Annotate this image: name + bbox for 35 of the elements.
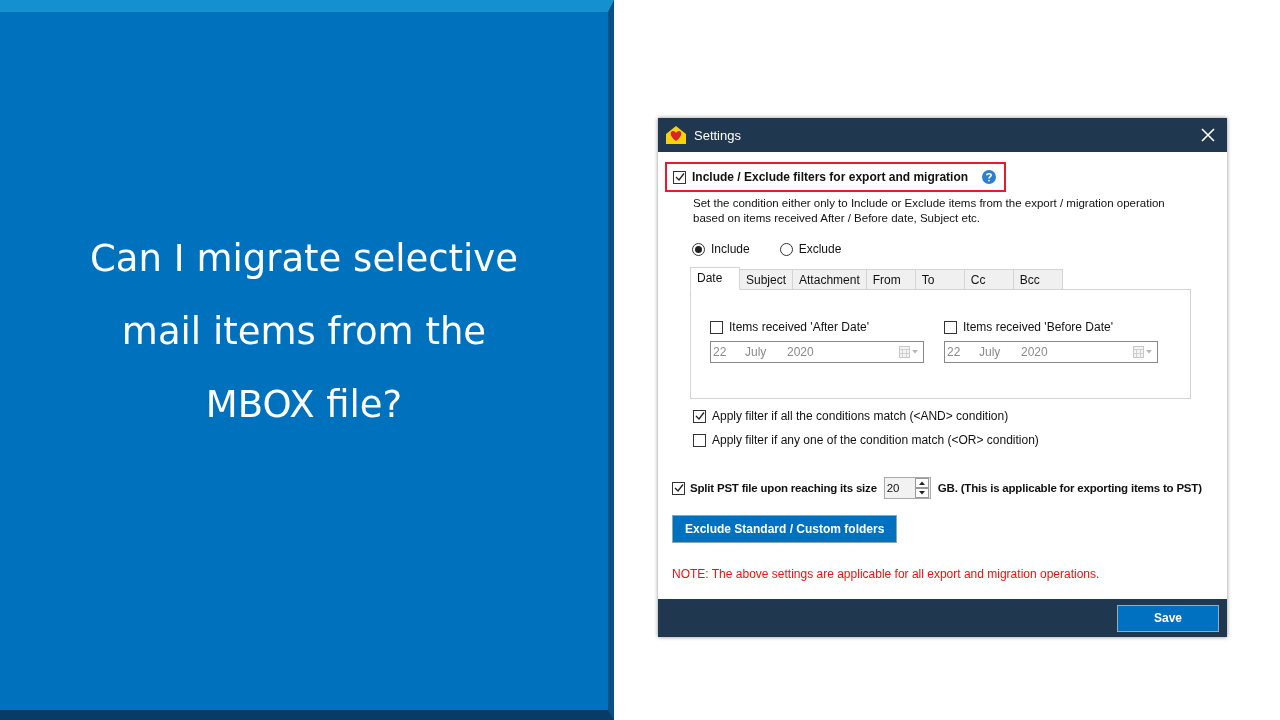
date-picker[interactable]: 22 July 2020 [944,341,1158,363]
window-title: Settings [694,127,742,143]
tab[interactable]: Cc [964,269,1014,290]
up-down-arrows-icon[interactable] [914,478,929,498]
tab[interactable]: From [866,269,916,290]
checkbox[interactable] [693,433,706,447]
save-button[interactable]: Save [1117,604,1219,632]
tab[interactable]: To [915,269,965,290]
checkbox[interactable] [673,170,686,184]
help-icon[interactable] [982,170,997,184]
description-text: Set the condition either only to Include or Exclude items from the export / migration operation based on items received After / Before date, Subject etc. [693,196,1166,226]
checkbox-label: Items received 'Before Date' [963,320,1113,334]
house-heart-icon [665,125,687,145]
radio-label: Exclude [798,242,842,256]
tab[interactable]: Date [690,267,740,290]
tab[interactable]: Subject [740,269,794,290]
slide-title: Can I migrate selective mail items from the MBOX file? [89,235,519,428]
checkbox[interactable] [710,320,723,334]
date-picker[interactable]: 22 July 2020 [710,341,924,363]
number-spinner[interactable]: 20 [883,477,931,499]
radio-label: Include [711,242,750,256]
checkbox[interactable] [672,481,685,495]
checkbox-label: Apply filter if all the conditions match (<AND> condition) [712,409,1009,423]
tab[interactable]: Bcc [1013,269,1063,290]
tab[interactable]: Attachment [793,269,867,290]
checkbox-label: Items received 'After Date' [729,320,869,334]
exclude-folders-button[interactable]: Exclude Standard / Custom folders [672,515,898,543]
note-text: NOTE: The above settings are applicable for all export and migration operations. [672,567,1101,581]
size-note: GB. (This is applicable for exporting items to PST) [937,482,1202,494]
checkbox-label: Apply filter if any one of the condition match (<OR> condition) [712,433,1039,447]
close-icon[interactable] [1201,128,1215,142]
checkbox[interactable] [944,320,957,334]
checkbox[interactable] [693,409,706,423]
checkbox-label: Split PST file upon reaching its size [690,482,877,494]
checkbox-label: Include / Exclude filters for export and migration [692,170,969,184]
